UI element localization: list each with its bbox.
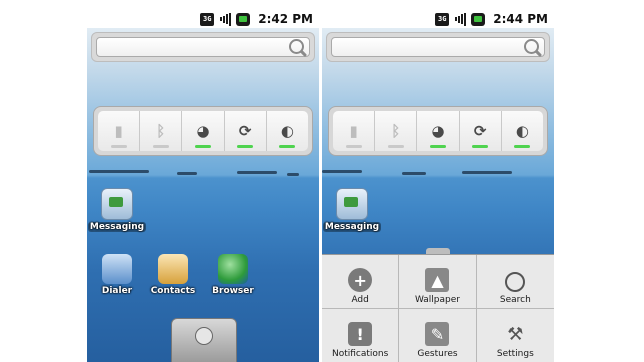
status-bar: 3G 2:42 PM — [87, 10, 319, 28]
status-clock: 2:42 PM — [258, 12, 313, 26]
dialer-icon — [102, 254, 132, 284]
menu-item-settings[interactable]: ⚒ Settings — [477, 309, 554, 362]
menu-item-search[interactable]: Search — [476, 255, 554, 309]
toggle-indicator — [110, 145, 127, 148]
brightness-toggle[interactable]: ◐ — [267, 111, 308, 151]
toggle-indicator — [430, 145, 446, 148]
menu-item-notifications[interactable]: ! Notifications — [322, 309, 400, 362]
network-type-icon: 3G — [435, 12, 450, 26]
wallpaper-islands — [322, 168, 554, 176]
app-drawer-handle[interactable] — [171, 318, 237, 362]
menu-item-label: Add — [351, 295, 369, 305]
sync-toggle[interactable]: ⟳ — [460, 111, 502, 151]
drawer-arrow-icon — [195, 327, 213, 345]
shortcut-dialer[interactable]: Dialer — [87, 254, 147, 296]
toggle-indicator — [387, 145, 404, 148]
search-icon[interactable] — [524, 39, 539, 54]
toggle-indicator — [279, 145, 296, 148]
brightness-toggle-icon: ◐ — [515, 122, 529, 140]
status-bar: 3G 2:44 PM — [322, 10, 554, 28]
shortcut-browser[interactable]: Browser — [203, 254, 263, 296]
home-screen-right: 3G 2:44 PM ▮ ᛒ ◕ ⟳ ◐ Messaging + Add ▲ W… — [322, 10, 554, 362]
search-widget[interactable] — [91, 32, 315, 62]
network-type-icon: 3G — [200, 12, 215, 26]
bluetooth-toggle-icon: ᛒ — [391, 122, 401, 140]
wifi-toggle[interactable]: ▮ — [333, 111, 376, 151]
search-icon — [505, 272, 526, 292]
search-input[interactable] — [96, 37, 310, 57]
power-control-widget: ▮ ᛒ ◕ ⟳ ◐ — [328, 106, 548, 156]
menu-item-label: Search — [499, 295, 531, 305]
shortcut-messaging[interactable]: Messaging — [322, 188, 382, 232]
gestures-icon: ✎ — [425, 322, 450, 346]
shortcut-label: Browser — [212, 286, 254, 296]
home-screen-left: 3G 2:42 PM ▮ ᛒ ◕ ⟳ ◐ Messaging Dialer Co… — [87, 10, 319, 362]
shortcut-label: Dialer — [101, 286, 133, 296]
messaging-icon — [336, 188, 368, 220]
signal-strength-icon — [453, 12, 467, 26]
add-icon: + — [348, 268, 373, 292]
sync-toggle-icon: ⟳ — [238, 122, 252, 140]
battery-icon — [236, 12, 251, 26]
bluetooth-toggle-icon: ᛒ — [156, 122, 166, 140]
wallpaper-icon: ▲ — [425, 268, 450, 292]
wallpaper-islands — [87, 168, 319, 176]
bluetooth-toggle[interactable]: ᛒ — [375, 111, 418, 151]
search-icon[interactable] — [289, 39, 304, 54]
toggle-indicator — [514, 145, 531, 148]
wifi-toggle[interactable]: ▮ — [98, 111, 141, 151]
menu-item-label: Gestures — [417, 349, 458, 359]
menu-item-label: Notifications — [331, 349, 389, 359]
power-control-widget: ▮ ᛒ ◕ ⟳ ◐ — [93, 106, 313, 156]
toggle-indicator — [195, 145, 211, 148]
toggle-indicator — [152, 145, 169, 148]
shortcut-label: Messaging — [87, 222, 147, 232]
sync-toggle-icon: ⟳ — [473, 122, 487, 140]
notifications-icon: ! — [348, 322, 373, 346]
brightness-toggle-icon: ◐ — [280, 122, 294, 140]
brightness-toggle[interactable]: ◐ — [502, 111, 543, 151]
wifi-toggle-icon: ▮ — [114, 122, 123, 140]
menu-item-add[interactable]: + Add — [322, 255, 400, 309]
signal-strength-icon — [218, 12, 232, 26]
settings-icon: ⚒ — [507, 323, 524, 345]
shortcut-label: Contacts — [150, 286, 196, 296]
gps-toggle-icon: ◕ — [196, 122, 210, 140]
sync-toggle[interactable]: ⟳ — [225, 111, 267, 151]
toggle-indicator — [472, 145, 489, 148]
search-input[interactable] — [331, 37, 545, 57]
bluetooth-toggle[interactable]: ᛒ — [140, 111, 183, 151]
menu-item-label: Wallpaper — [414, 295, 460, 305]
shortcut-messaging[interactable]: Messaging — [87, 188, 147, 232]
toggle-indicator — [345, 145, 362, 148]
gps-toggle-icon: ◕ — [431, 122, 445, 140]
gps-toggle[interactable]: ◕ — [182, 111, 225, 151]
wifi-toggle-icon: ▮ — [349, 122, 358, 140]
toggle-indicator — [237, 145, 254, 148]
shortcut-contacts[interactable]: Contacts — [143, 254, 203, 296]
browser-icon — [218, 254, 248, 284]
battery-icon — [471, 12, 486, 26]
status-clock: 2:44 PM — [493, 12, 548, 26]
menu-item-wallpaper[interactable]: ▲ Wallpaper — [399, 255, 477, 309]
search-widget[interactable] — [326, 32, 550, 62]
contacts-icon — [158, 254, 188, 284]
gps-toggle[interactable]: ◕ — [417, 111, 460, 151]
messaging-icon — [101, 188, 133, 220]
shortcut-label: Messaging — [322, 222, 382, 232]
options-menu: + Add ▲ Wallpaper Search ! Notifications… — [322, 254, 554, 362]
menu-item-label: Settings — [496, 349, 534, 359]
menu-item-gestures[interactable]: ✎ Gestures — [399, 309, 477, 362]
